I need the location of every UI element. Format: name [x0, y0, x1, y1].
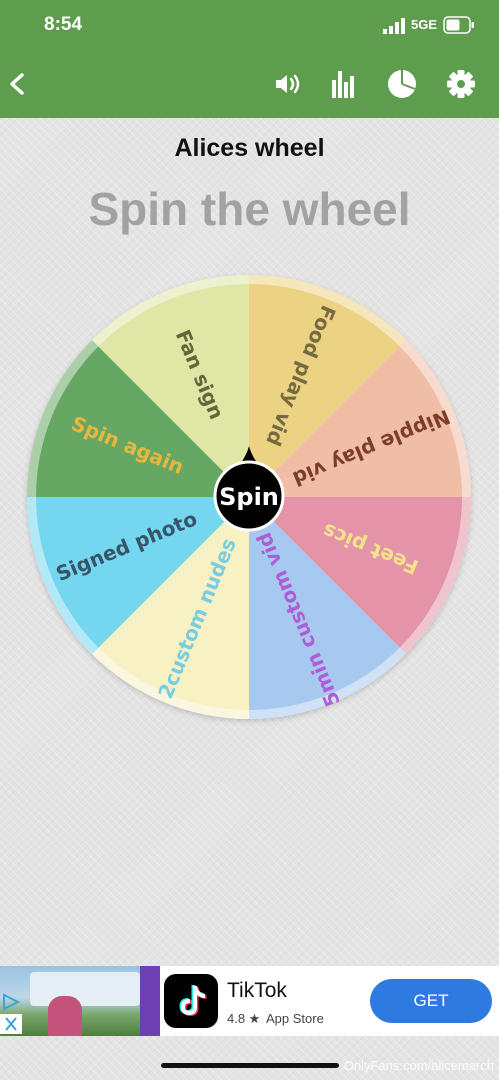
sound-button[interactable] [270, 66, 306, 102]
settings-button[interactable] [443, 66, 479, 102]
bar-chart-icon [332, 71, 354, 98]
spin-wheel[interactable]: Food play vidNipple play vidFeet pics5mi… [0, 250, 499, 750]
network-type: 5GE [411, 17, 438, 32]
wheel-list-button[interactable] [384, 66, 420, 102]
speaker-icon [276, 74, 300, 94]
battery-icon [443, 16, 474, 34]
close-icon[interactable] [0, 1014, 22, 1034]
tiktok-logo-icon[interactable] [164, 974, 218, 1028]
ad-app-rating: 4.8 ★ [227, 1011, 261, 1026]
stats-button[interactable] [326, 66, 362, 102]
ad-choices-icon[interactable] [0, 992, 22, 1012]
app-header: 8:54 5GE [0, 0, 499, 118]
wheel-name: Alices wheel [174, 134, 325, 162]
ad-banner[interactable]: TikTok 4.8 ★ App Store GET [0, 966, 499, 1036]
pie-chart-icon [388, 70, 416, 98]
back-button[interactable] [0, 66, 36, 102]
watermark: OnlyFans.com/alicemarch [343, 1058, 494, 1073]
get-button[interactable]: GET [370, 979, 492, 1023]
gear-icon [447, 70, 475, 98]
ad-app-store: App Store [266, 1011, 324, 1026]
status-time: 8:54 [44, 14, 83, 35]
page-heading: Spin the wheel [88, 183, 411, 235]
ad-image[interactable] [0, 966, 160, 1036]
ad-app-name[interactable]: TikTok [227, 979, 287, 1003]
signal-icon [383, 18, 405, 34]
chevron-left-icon [10, 73, 24, 95]
spin-label: Spin [219, 483, 279, 511]
